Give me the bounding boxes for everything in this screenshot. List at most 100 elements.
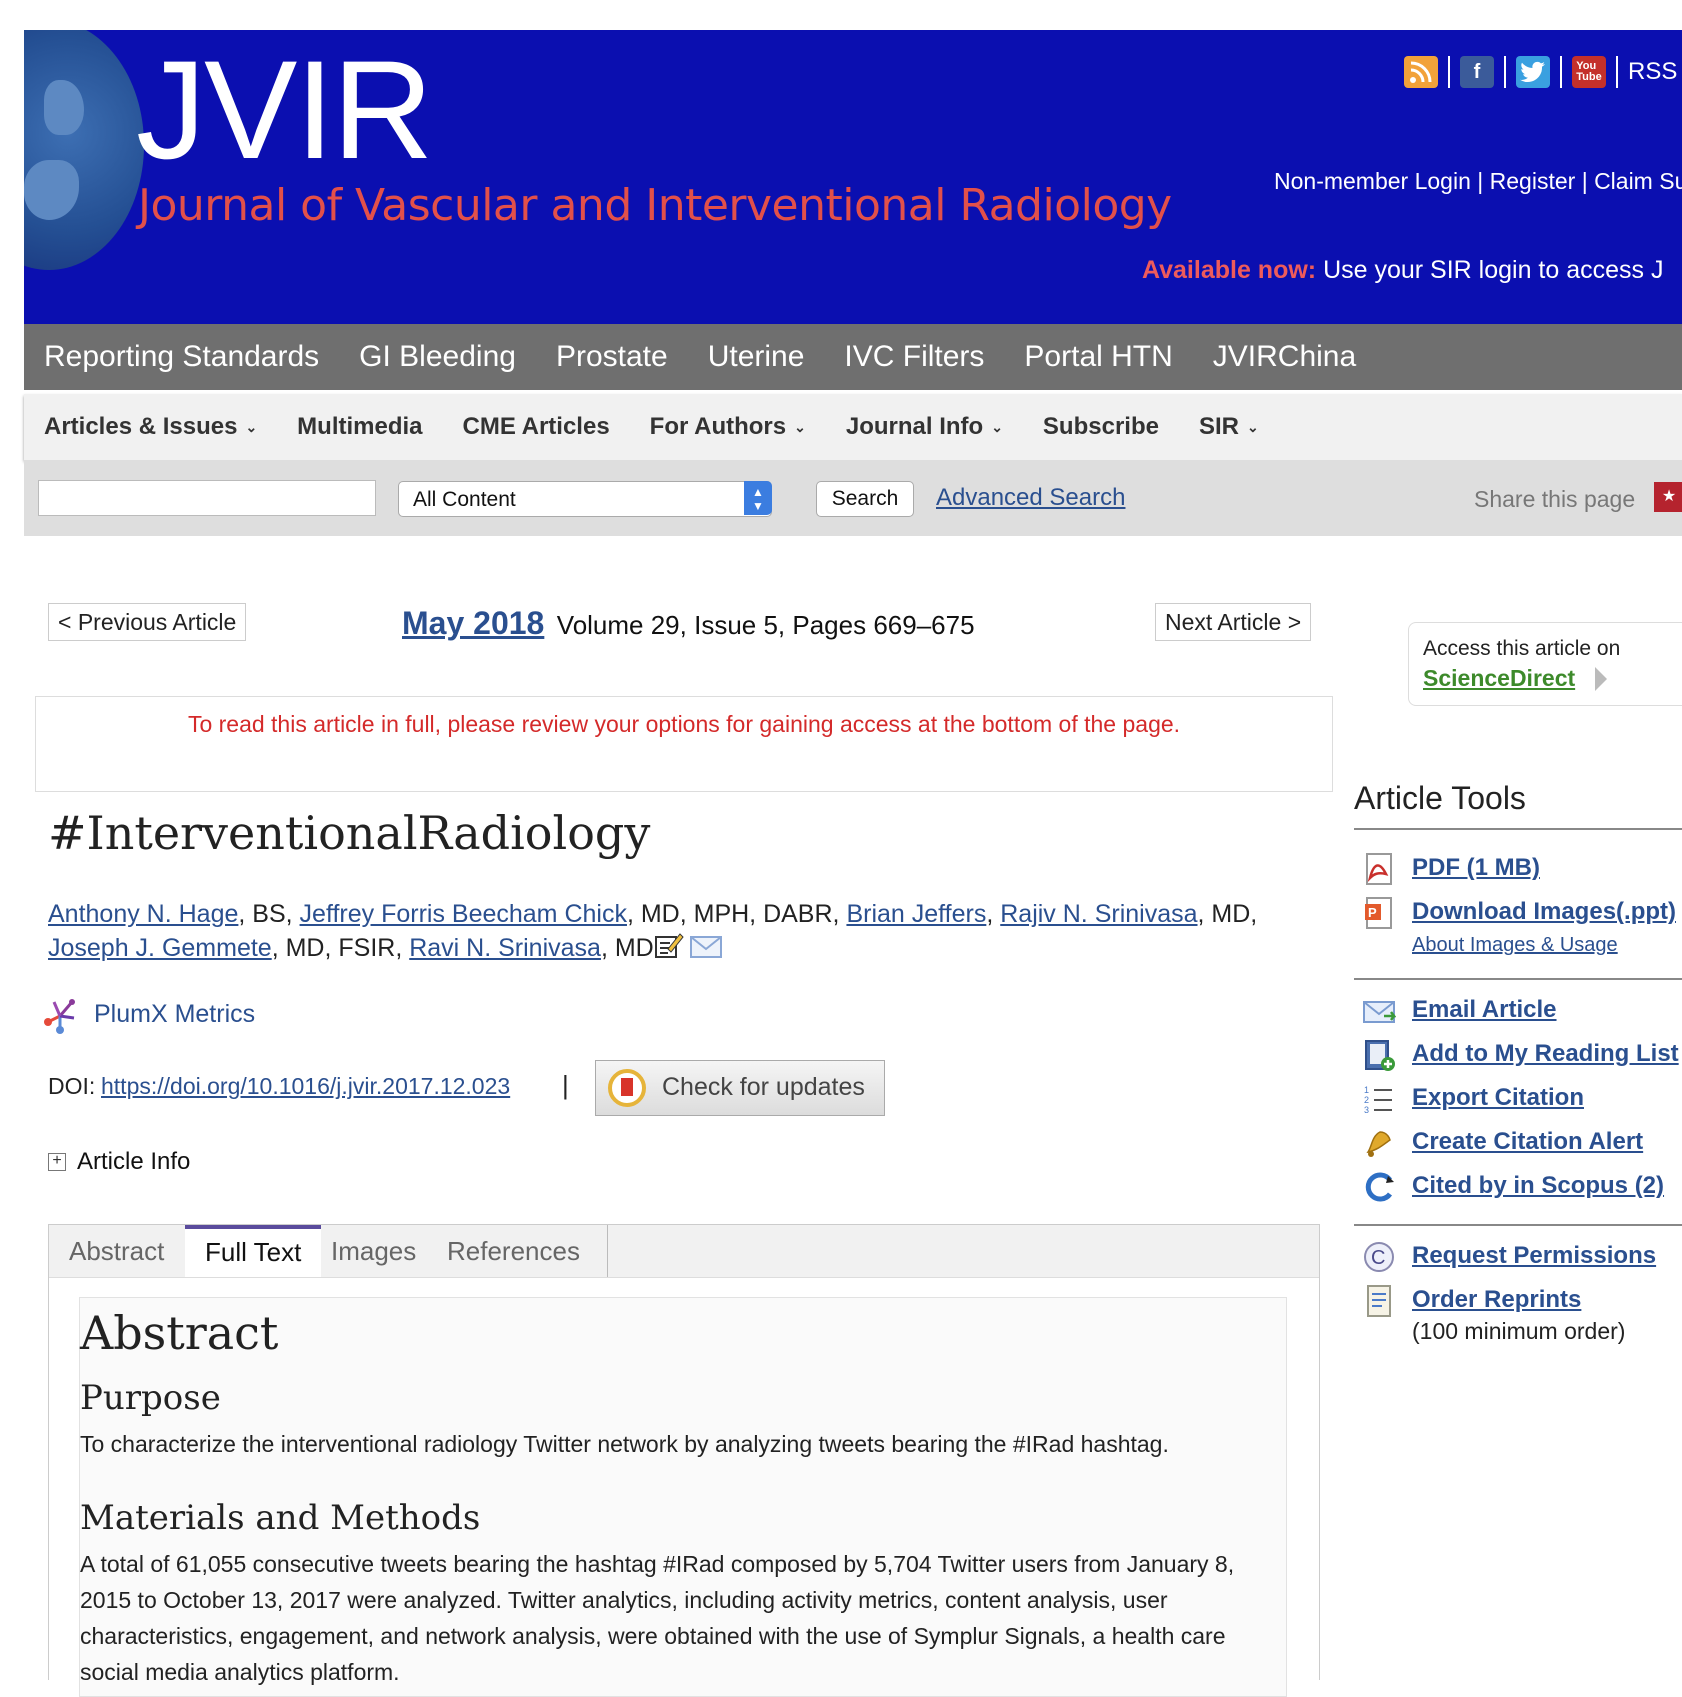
article-tabs-panel: Abstract Full Text Images References Abs…: [48, 1224, 1320, 1697]
author-link[interactable]: Joseph J. Gemmete: [48, 934, 272, 962]
tab-references[interactable]: References: [427, 1225, 600, 1277]
promo-text: Use your SIR login to access J: [1323, 256, 1664, 284]
search-bar: All Content ▲ ▼ Search Advanced Search Sh…: [24, 460, 1682, 536]
search-scope-select[interactable]: All Content ▲ ▼: [398, 481, 772, 517]
access-notice: To read this article in full, please rev…: [35, 696, 1333, 792]
issue-info: May 2018 Volume 29, Issue 5, Pages 669–6…: [402, 605, 975, 642]
author-link[interactable]: Anthony N. Hage: [48, 900, 238, 928]
plumx-icon[interactable]: [42, 996, 78, 1036]
share-label: Share this page: [1474, 486, 1636, 512]
nav-multimedia[interactable]: Multimedia: [297, 413, 422, 441]
previous-article-button[interactable]: < Previous Article: [48, 603, 247, 641]
logo-subtitle[interactable]: Journal of Vascular and Interventional R…: [138, 180, 1172, 231]
share-icon[interactable]: ★: [1654, 482, 1682, 512]
tool-label: PDF (1 MB): [1412, 854, 1540, 881]
tool-label: Create Citation Alert: [1412, 1128, 1644, 1155]
tab-images[interactable]: Images: [311, 1225, 436, 1277]
svg-text:2: 2: [1364, 1095, 1369, 1105]
site-header: JVIR Journal of Vascular and Interventio…: [24, 30, 1682, 324]
rss-link[interactable]: RSS: [1628, 58, 1677, 86]
author-link[interactable]: Ravi N. Srinivasa: [409, 934, 601, 962]
article-title: #InterventionalRadiology: [48, 806, 651, 860]
author-link[interactable]: Rajiv N. Srinivasa: [1000, 900, 1197, 928]
nav-reporting-standards[interactable]: Reporting Standards: [44, 340, 319, 374]
facebook-icon[interactable]: f: [1460, 56, 1494, 88]
expand-plus-icon[interactable]: +: [48, 1153, 66, 1171]
svg-text:P: P: [1368, 905, 1377, 920]
check-for-updates-button[interactable]: Check for updates: [595, 1060, 885, 1116]
sciencedirect-label: Access this article on: [1423, 637, 1621, 660]
author-link[interactable]: Brian Jeffers: [846, 900, 986, 928]
nav-portal-htn[interactable]: Portal HTN: [1024, 340, 1172, 374]
account-links: Non-member Login | Register | Claim Sub: [1274, 168, 1682, 195]
correspondence-icon[interactable]: [654, 931, 684, 968]
twitter-icon[interactable]: [1516, 56, 1550, 88]
tool-label: Order Reprints: [1412, 1286, 1582, 1313]
doi-label: DOI:: [48, 1073, 96, 1099]
search-input[interactable]: [38, 480, 376, 516]
separator: |: [1581, 168, 1588, 194]
doi-link[interactable]: https://doi.org/10.1016/j.jvir.2017.12.0…: [101, 1073, 510, 1100]
svg-text:1: 1: [1364, 1085, 1369, 1095]
chevron-down-icon: ⌄: [794, 418, 806, 435]
rss-reader-icon[interactable]: [1404, 56, 1438, 88]
promo-banner[interactable]: Available now: Use your SIR login to acc…: [1142, 256, 1663, 285]
pdf-icon: [1362, 852, 1396, 886]
divider: [1354, 828, 1682, 830]
issue-date-link[interactable]: May 2018: [402, 605, 544, 641]
tab-bar: Abstract Full Text Images References: [49, 1225, 1319, 1278]
chevron-down-icon: ⌄: [245, 418, 258, 435]
advanced-search-link[interactable]: Advanced Search: [936, 484, 1125, 512]
select-arrows-icon: ▲ ▼: [744, 481, 772, 515]
next-article-button[interactable]: Next Article >: [1155, 603, 1312, 641]
search-scope-value: All Content: [413, 488, 516, 511]
register-link[interactable]: Register: [1490, 168, 1576, 194]
about-images-link[interactable]: About Images & Usage: [1412, 934, 1618, 957]
issue-detail: Volume 29, Issue 5, Pages 669–675: [556, 610, 975, 640]
nav-sir[interactable]: SIR ⌄: [1199, 413, 1259, 441]
nav-prostate[interactable]: Prostate: [556, 340, 668, 374]
email-author-icon[interactable]: [689, 933, 722, 967]
author-list: Anthony N. Hage, BS, Jeffrey Forris Beec…: [48, 897, 1338, 968]
nav-cme-articles[interactable]: CME Articles: [463, 413, 610, 441]
login-link[interactable]: Non-member Login: [1274, 168, 1471, 194]
plumx-metrics-link[interactable]: PlumX Metrics: [94, 1000, 255, 1029]
divider: [1354, 978, 1682, 980]
svg-text:3: 3: [1364, 1105, 1369, 1115]
nav-articles-issues[interactable]: Articles & Issues ⌄: [44, 413, 257, 441]
tool-label: Export Citation: [1412, 1084, 1584, 1111]
check-for-updates-label: Check for updates: [662, 1073, 865, 1101]
search-button[interactable]: Search: [816, 481, 914, 517]
methods-text: A total of 61,055 consecutive tweets bea…: [80, 1551, 1235, 1685]
claim-subscription-link[interactable]: Claim Sub: [1594, 168, 1682, 194]
nav-subscribe[interactable]: Subscribe: [1043, 413, 1159, 441]
sciencedirect-link[interactable]: ScienceDirect: [1423, 665, 1575, 692]
email-icon: [1362, 994, 1397, 1028]
nav-journal-info[interactable]: Journal Info ⌄: [846, 413, 1003, 441]
nav-uterine[interactable]: Uterine: [708, 340, 805, 374]
nav-jvirchina[interactable]: JVIRChina: [1213, 340, 1356, 374]
nav-for-authors[interactable]: For Authors ⌄: [650, 413, 806, 441]
tab-abstract[interactable]: Abstract: [49, 1225, 184, 1277]
svg-text:C: C: [1371, 1247, 1385, 1269]
logo-title[interactable]: JVIR: [136, 40, 433, 180]
tool-label: Cited by in Scopus (2): [1412, 1172, 1665, 1199]
author-degrees: ,: [986, 900, 1001, 928]
author-degrees: , BS,: [238, 900, 300, 928]
export-list-icon: 123: [1362, 1082, 1396, 1116]
article-info-toggle[interactable]: Article Info: [77, 1148, 190, 1176]
abstract-section: Abstract Purpose To characterize the int…: [79, 1297, 1287, 1697]
nav-gi-bleeding[interactable]: GI Bleeding: [359, 340, 516, 374]
author-degrees: , MD, FSIR,: [271, 934, 410, 963]
access-notice-text: To read this article in full, please rev…: [187, 711, 1181, 737]
abstract-heading: Abstract: [80, 1306, 279, 1360]
divider: [1354, 1224, 1682, 1226]
reading-list-icon: [1362, 1038, 1396, 1072]
sciencedirect-box[interactable]: Access this article on ScienceDirect: [1408, 622, 1682, 706]
youtube-icon[interactable]: You Tube: [1572, 56, 1606, 88]
tab-full-text[interactable]: Full Text: [185, 1225, 322, 1277]
nav-ivc-filters[interactable]: IVC Filters: [844, 340, 984, 374]
powerpoint-icon: P: [1362, 896, 1396, 930]
social-links: f You Tube RSS: [1404, 52, 1677, 92]
author-link[interactable]: Jeffrey Forris Beecham Chick: [300, 900, 627, 928]
